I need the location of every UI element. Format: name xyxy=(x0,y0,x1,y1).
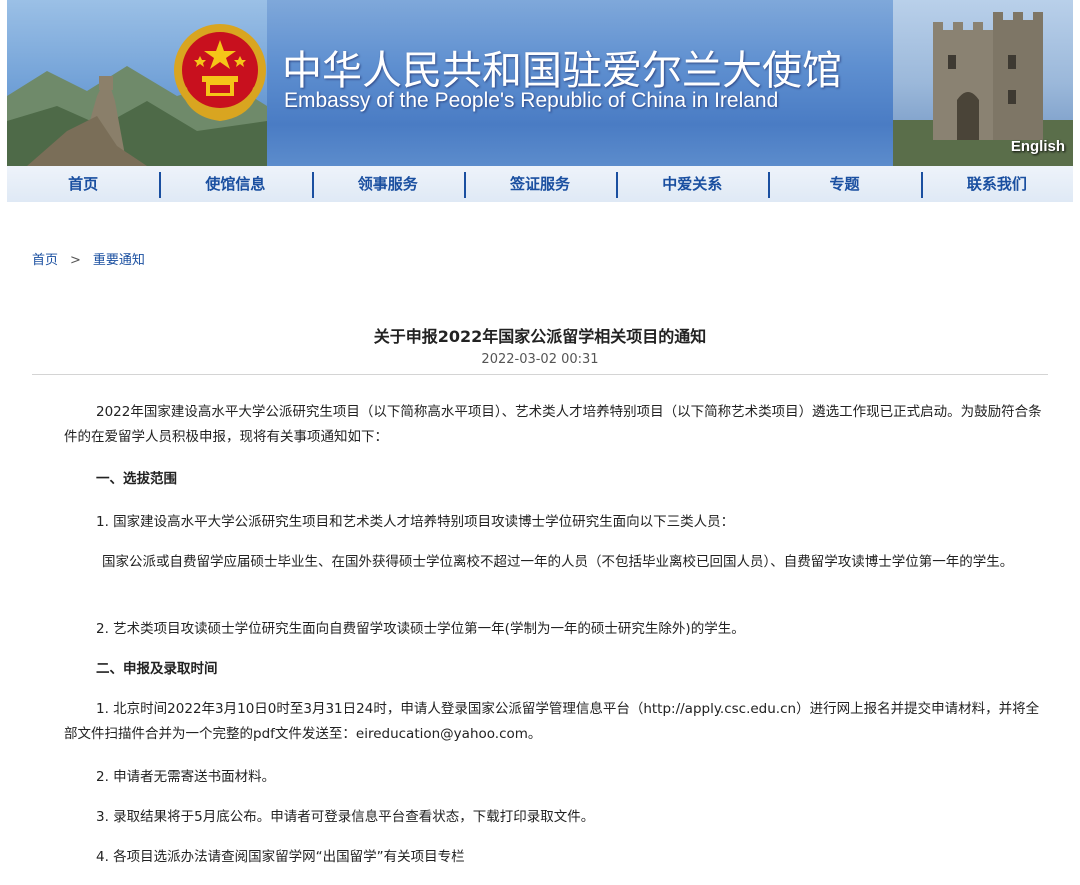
scope-item-1-detail: 国家公派或自费留学应届硕士毕业生、在国外获得硕士学位离校不超过一年的人员（不包括… xyxy=(102,554,1014,570)
breadcrumb-separator: > xyxy=(70,253,81,268)
nav-item-contact-us[interactable]: 联系我们 xyxy=(920,166,1073,202)
nav-item-embassy-info[interactable]: 使馆信息 xyxy=(159,166,311,202)
main-nav: 首页 使馆信息 领事服务 签证服务 中爱关系 专题 联系我们 xyxy=(7,166,1073,202)
timeline-item-2: 2. 申请者无需寄送书面材料。 xyxy=(96,769,276,785)
breadcrumb: 首页 > 重要通知 xyxy=(32,249,145,268)
breadcrumb-current-link[interactable]: 重要通知 xyxy=(93,253,145,268)
section-heading-timeline: 二、申报及录取时间 xyxy=(96,661,218,677)
nav-item-consular-services[interactable]: 领事服务 xyxy=(311,166,464,202)
national-emblem-icon xyxy=(174,24,266,122)
timeline-item-1: 1. 北京时间2022年3月10日0时至3月31日24时，申请人登录国家公派留学… xyxy=(64,701,1040,742)
section-heading-scope: 一、选拔范围 xyxy=(96,471,177,487)
scope-item-1: 1. 国家建设高水平大学公派研究生项目和艺术类人才培养特别项目攻读博士学位研究生… xyxy=(96,514,735,530)
timeline-item-4: 4. 各项目选派办法请查阅国家留学网“出国留学”有关项目专栏 xyxy=(96,849,465,865)
article-intro: 2022年国家建设高水平大学公派研究生项目（以下简称高水平项目）、艺术类人才培养… xyxy=(64,404,1042,445)
english-language-link[interactable]: English xyxy=(1011,138,1065,155)
site-title-english: Embassy of the People's Republic of Chin… xyxy=(284,89,779,112)
site-title-chinese: 中华人民共和国驻爱尔兰大使馆 xyxy=(282,48,842,94)
site-banner: 中华人民共和国驻爱尔兰大使馆 Embassy of the People's R… xyxy=(7,0,1073,166)
article-title: 关于申报2022年国家公派留学相关项目的通知 xyxy=(373,327,707,346)
title-divider xyxy=(32,374,1048,375)
nav-item-china-ireland-relations[interactable]: 中爱关系 xyxy=(616,166,768,202)
timeline-item-3: 3. 录取结果将于5月底公布。申请者可登录信息平台查看状态，下载打印录取文件。 xyxy=(96,809,595,825)
nav-item-topics[interactable]: 专题 xyxy=(768,166,920,202)
article-date: 2022-03-02 00:31 xyxy=(481,352,599,367)
scope-item-2: 2. 艺术类项目攻读硕士学位研究生面向自费留学攻读硕士学位第一年(学制为一年的硕… xyxy=(96,621,745,637)
nav-item-home[interactable]: 首页 xyxy=(7,166,159,202)
breadcrumb-home-link[interactable]: 首页 xyxy=(32,253,58,268)
nav-item-visa-services[interactable]: 签证服务 xyxy=(463,166,616,202)
